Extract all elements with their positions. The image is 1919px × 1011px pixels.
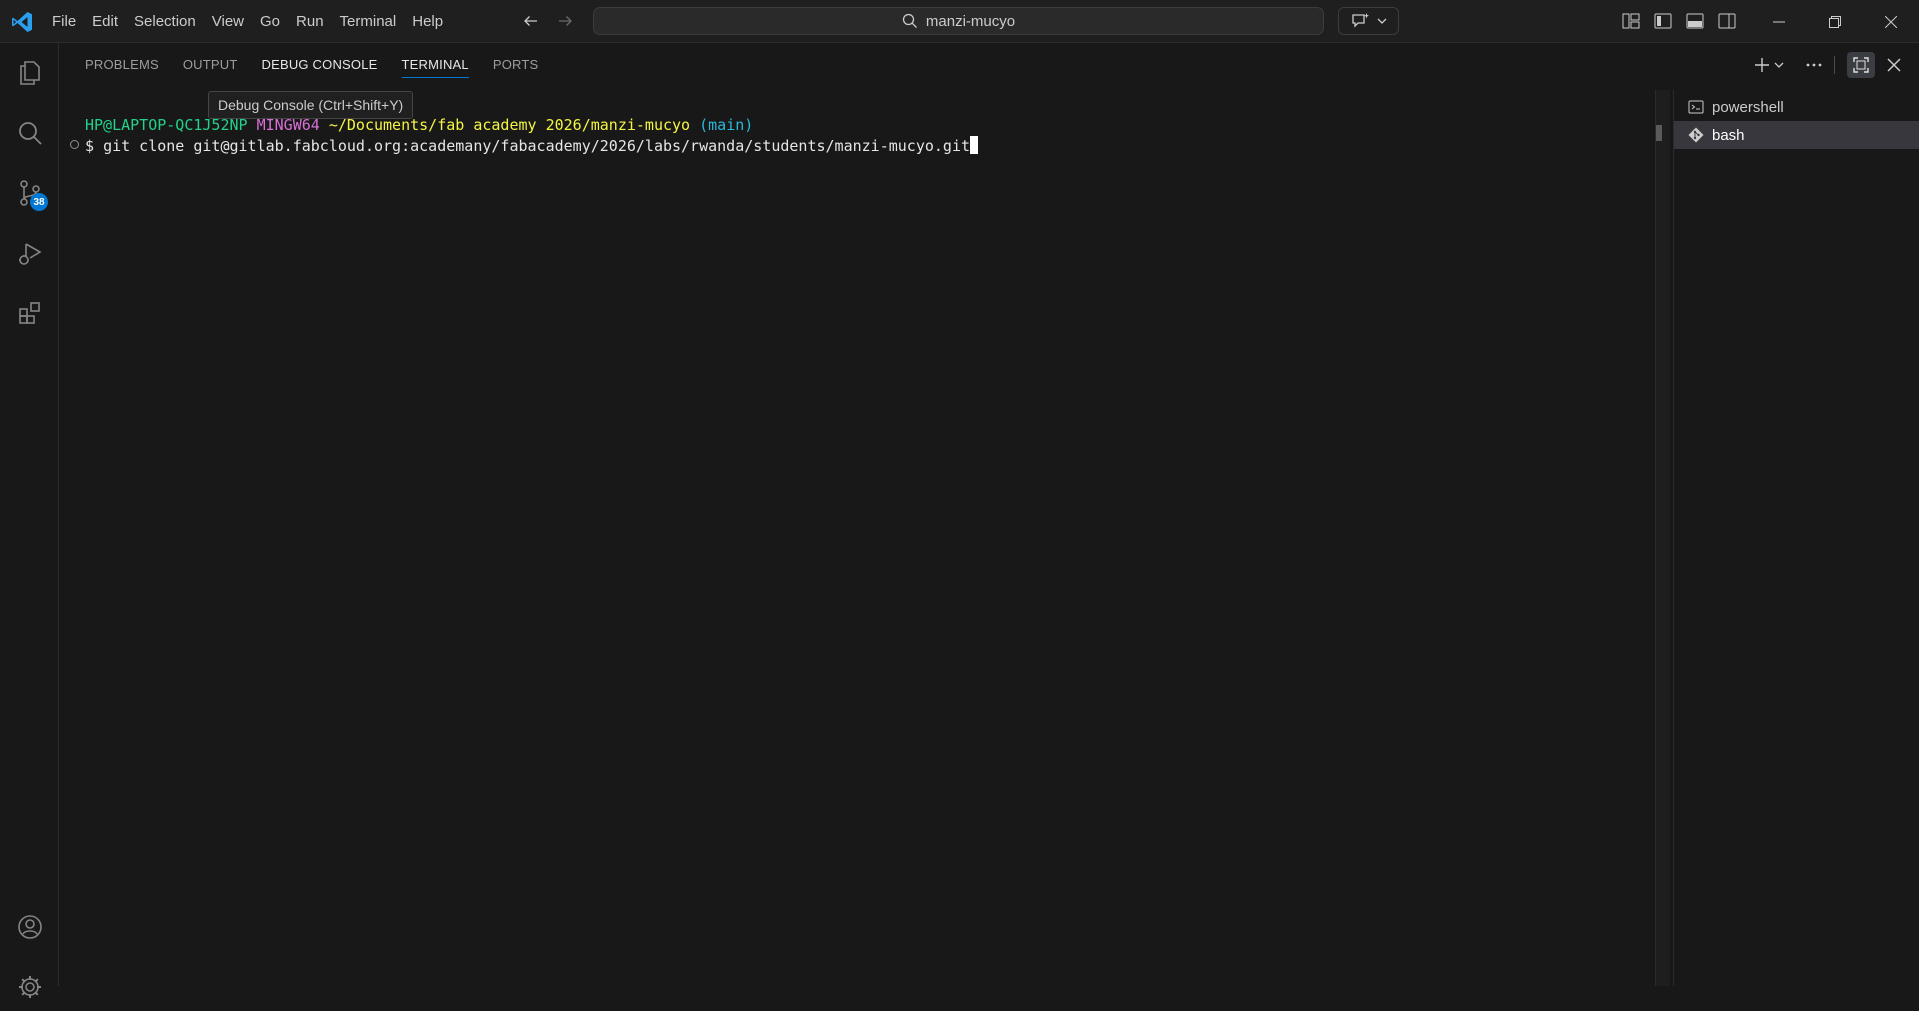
terminal-tabs-list: powershell bash — [1673, 90, 1919, 986]
window-controls — [1751, 0, 1919, 43]
search-icon — [902, 13, 917, 28]
minimize-icon[interactable] — [1751, 0, 1807, 43]
navigation-arrows — [520, 10, 576, 32]
terminal-list-item-bash[interactable]: bash — [1674, 121, 1919, 149]
menu-file[interactable]: File — [44, 0, 84, 43]
settings-gear-icon[interactable] — [0, 963, 59, 1011]
maximize-panel-icon[interactable] — [1847, 52, 1875, 78]
explorer-icon[interactable] — [0, 49, 59, 97]
toggle-primary-sidebar-icon[interactable] — [1652, 10, 1674, 32]
search-icon[interactable] — [0, 109, 59, 157]
accounts-icon[interactable] — [0, 903, 59, 951]
extensions-icon[interactable] — [0, 289, 59, 337]
close-window-icon[interactable] — [1863, 0, 1919, 43]
terminal-icon — [1688, 100, 1704, 114]
source-control-icon[interactable]: 38 — [0, 169, 59, 217]
menu-selection[interactable]: Selection — [126, 0, 204, 43]
terminal-prompt-line: HP@LAPTOP-QC1J52NP MINGW64 ~/Documents/f… — [85, 116, 753, 134]
panel-actions — [1754, 52, 1901, 78]
toggle-secondary-sidebar-icon[interactable] — [1716, 10, 1738, 32]
scrollbar-marker — [1656, 125, 1662, 141]
menu-help[interactable]: Help — [404, 0, 451, 43]
customize-layout-icon[interactable] — [1620, 10, 1642, 32]
terminal-list-item-powershell[interactable]: powershell — [1674, 93, 1919, 121]
vscode-logo-icon — [12, 12, 32, 32]
tab-problems[interactable]: PROBLEMS — [73, 43, 171, 87]
git-icon — [1688, 127, 1704, 143]
prompt-symbol: $ — [85, 137, 95, 155]
terminal-command-line: $ git clone git@gitlab.fabcloud.org:acad… — [85, 136, 979, 155]
menu-go[interactable]: Go — [252, 0, 288, 43]
terminal-list-label: powershell — [1712, 98, 1784, 116]
panel-tab-bar: PROBLEMS OUTPUT DEBUG CONSOLE TERMINAL P… — [73, 43, 550, 87]
activity-bar: 38 — [0, 43, 59, 998]
terminal-cursor — [970, 136, 979, 154]
terminal-scrollbar[interactable] — [1655, 90, 1670, 986]
back-arrow-icon[interactable] — [520, 10, 542, 32]
toggle-panel-icon[interactable] — [1684, 10, 1706, 32]
command-decoration-icon[interactable] — [70, 140, 79, 149]
new-terminal-button[interactable] — [1754, 52, 1784, 78]
source-control-badge: 38 — [30, 193, 48, 211]
copilot-chat-button[interactable] — [1338, 7, 1399, 35]
search-text: manzi-mucyo — [925, 12, 1016, 30]
tab-terminal[interactable]: TERMINAL — [390, 43, 481, 87]
restore-icon[interactable] — [1807, 0, 1863, 43]
run-debug-icon[interactable] — [0, 229, 59, 277]
debug-console-tooltip: Debug Console (Ctrl+Shift+Y) — [208, 91, 414, 119]
close-panel-icon[interactable] — [1887, 52, 1901, 78]
menu-edit[interactable]: Edit — [84, 0, 126, 43]
tab-debug-console[interactable]: DEBUG CONSOLE — [250, 43, 390, 87]
panel-actions-divider — [1834, 56, 1835, 74]
plus-icon — [1755, 58, 1769, 72]
more-actions-icon[interactable] — [1806, 52, 1822, 78]
command-center-search[interactable]: manzi-mucyo — [593, 7, 1324, 35]
menu-run[interactable]: Run — [288, 0, 332, 43]
terminal-list-label: bash — [1712, 126, 1745, 144]
chevron-down-icon — [1377, 18, 1386, 24]
chat-sparkle-icon — [1351, 13, 1369, 28]
title-bar: File Edit Selection View Go Run Terminal… — [0, 0, 1919, 43]
menu-view[interactable]: View — [204, 0, 252, 43]
terminal-command: git clone git@gitlab.fabcloud.org:academ… — [103, 137, 971, 155]
menu-terminal[interactable]: Terminal — [332, 0, 405, 43]
layout-controls — [1620, 10, 1738, 32]
prompt-branch: (main) — [699, 116, 754, 134]
terminal-view[interactable]: HP@LAPTOP-QC1J52NP MINGW64 ~/Documents/f… — [59, 90, 1655, 986]
chevron-down-icon — [1774, 62, 1784, 68]
forward-arrow-icon[interactable] — [554, 10, 576, 32]
menu-bar: File Edit Selection View Go Run Terminal… — [44, 0, 451, 43]
tab-ports[interactable]: PORTS — [481, 43, 551, 87]
tab-output[interactable]: OUTPUT — [171, 43, 250, 87]
